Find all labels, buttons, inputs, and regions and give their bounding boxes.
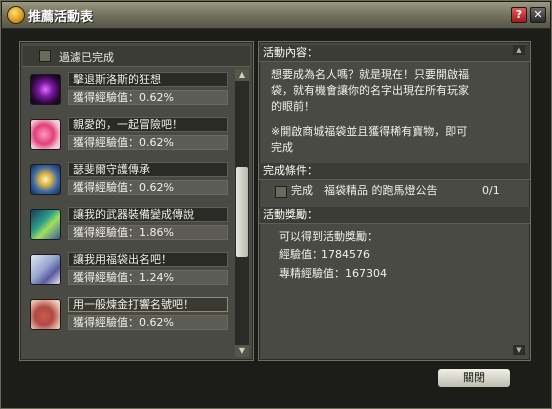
quest-list-panel: 過濾已完成 擊退斯洛斯的狂想 獲得經驗值：0.62% 親愛的，一起冒險吧！ 獲得… (19, 41, 254, 361)
content-description: 想要成為名人嗎？就是現在！只要開啟福 袋，就有機會讓你的名字出現在所有玩家 的眼… (271, 67, 469, 115)
title-bar[interactable]: 推薦活動表 ? ✕ (2, 2, 550, 29)
condition-text: 福袋精品 的跑馬燈公告 (324, 184, 438, 197)
scroll-up-icon[interactable]: ▲ (235, 69, 249, 81)
quest-exp: 獲得經驗值：0.62% (68, 90, 228, 105)
reward-section-title: 活動獎勵： (259, 207, 530, 224)
quest-item[interactable]: 親愛的，一起冒險吧！ 獲得經驗值：0.62% (30, 116, 231, 153)
window-icon (7, 6, 25, 24)
note-line: ※開啟商城福袋並且獲得稀有寶物，即可 (271, 125, 468, 138)
reward-intro: 可以得到活動獎勵： (279, 230, 378, 243)
quest-item[interactable]: 讓我的武器裝備變成傳說 獲得經驗值：1.86% (30, 206, 231, 243)
help-button[interactable]: ? (511, 7, 527, 23)
quest-list: 擊退斯洛斯的狂想 獲得經驗值：0.62% 親愛的，一起冒險吧！ 獲得經驗值：0.… (24, 69, 234, 357)
quest-name: 親愛的，一起冒險吧！ (68, 117, 228, 132)
quest-list-scrollbar[interactable]: ▲ ▼ (235, 69, 249, 357)
crest-icon (30, 164, 61, 195)
scroll-up-icon[interactable]: ▲ (513, 45, 525, 55)
filter-bar: 過濾已完成 (23, 46, 250, 67)
quest-item[interactable]: 用一般煉金打響名號吧！ 獲得經驗值：0.62% (30, 296, 231, 333)
quest-name: 瑟斐爾守護傳承 (68, 162, 228, 177)
quest-name: 用一般煉金打響名號吧！ (68, 297, 228, 312)
filter-completed-checkbox[interactable] (39, 50, 51, 62)
condition-checkbox (275, 186, 287, 198)
content-line: 的眼前！ (271, 100, 315, 113)
window-title: 推薦活動表 (28, 10, 94, 25)
content-line: 袋，就有機會讓你的名字出現在所有玩家 (271, 84, 469, 97)
dark-orb-icon (30, 74, 61, 105)
quest-name: 讓我用福袋出名吧！ (68, 252, 228, 267)
lucky-bag-icon (30, 254, 61, 285)
quest-item[interactable]: 瑟斐爾守護傳承 獲得經驗值：0.62% (30, 161, 231, 198)
alchemy-icon (30, 299, 61, 330)
reward-prof-value: 167304 (345, 267, 387, 280)
filter-completed-label[interactable]: 過濾已完成 (59, 49, 114, 65)
quest-item[interactable]: 擊退斯洛斯的狂想 獲得經驗值：0.62% (30, 71, 231, 108)
note-line: 完成 (271, 141, 293, 154)
content-section-title: 活動內容： (259, 45, 530, 62)
condition-section-title: 完成條件： (259, 163, 530, 180)
close-icon[interactable]: ✕ (530, 7, 546, 23)
quest-exp: 獲得經驗值：0.62% (68, 180, 228, 195)
scroll-down-icon[interactable]: ▼ (235, 345, 249, 357)
quest-exp: 獲得經驗值：1.24% (68, 270, 228, 285)
reward-exp-value: 1784576 (321, 248, 370, 261)
weapon-icon (30, 209, 61, 240)
condition-status: 完成 (291, 184, 313, 197)
quest-exp: 獲得經驗值：1.86% (68, 225, 228, 240)
close-button[interactable]: 關閉 (437, 368, 511, 388)
content-note: ※開啟商城福袋並且獲得稀有寶物，即可 完成 (271, 124, 467, 156)
hearts-icon (30, 119, 61, 150)
quest-exp: 獲得經驗值：0.62% (68, 315, 228, 330)
quest-name: 擊退斯洛斯的狂想 (68, 72, 228, 87)
reward-exp-label: 經驗值： (279, 248, 323, 261)
scroll-down-icon[interactable]: ▼ (513, 345, 525, 355)
content-line: 想要成為名人嗎？就是現在！只要開啟福 (271, 68, 469, 81)
reward-prof-label: 專精經驗值： (279, 267, 345, 280)
quest-name: 讓我的武器裝備變成傳說 (68, 207, 228, 222)
scroll-thumb[interactable] (236, 167, 248, 257)
quest-exp: 獲得經驗值：0.62% (68, 135, 228, 150)
quest-detail-panel: 活動內容： 想要成為名人嗎？就是現在！只要開啟福 袋，就有機會讓你的名字出現在所… (258, 41, 531, 361)
recommended-activities-window: 推薦活動表 ? ✕ 過濾已完成 擊退斯洛斯的狂想 獲得經驗值：0.62% 親愛的… (0, 0, 552, 409)
quest-item[interactable]: 讓我用福袋出名吧！ 獲得經驗值：1.24% (30, 251, 231, 288)
condition-count: 0/1 (482, 184, 500, 197)
detail-scrollbar[interactable]: ▲ ▼ (510, 42, 528, 358)
